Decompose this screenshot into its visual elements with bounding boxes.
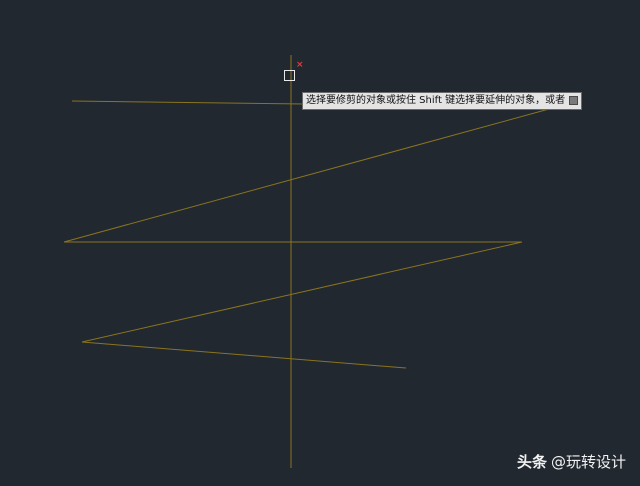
top-line[interactable] xyxy=(71,100,305,105)
watermark-brand: 头条 xyxy=(516,453,547,471)
upper-diagonal[interactable] xyxy=(63,108,550,243)
watermark-author: @玩转设计 xyxy=(550,453,626,471)
drawing-canvas[interactable]: × 选择要修剪的对象或按住 Shift 键选择要延伸的对象，或者 头条 @玩转设计 xyxy=(0,0,640,486)
tooltip-prompt-text: 选择要修剪的对象或按住 Shift 键选择要延伸的对象，或者 xyxy=(306,95,566,106)
watermark: 头条 @玩转设计 xyxy=(517,451,626,472)
cross-icon: × xyxy=(296,60,304,70)
options-icon[interactable] xyxy=(569,96,578,105)
bottom-line[interactable] xyxy=(81,341,407,369)
lower-diagonal[interactable] xyxy=(81,241,523,343)
command-prompt-tooltip: 选择要修剪的对象或按住 Shift 键选择要延伸的对象，或者 xyxy=(302,92,582,110)
cad-geometry xyxy=(63,55,550,468)
pickbox-cursor xyxy=(284,70,295,81)
